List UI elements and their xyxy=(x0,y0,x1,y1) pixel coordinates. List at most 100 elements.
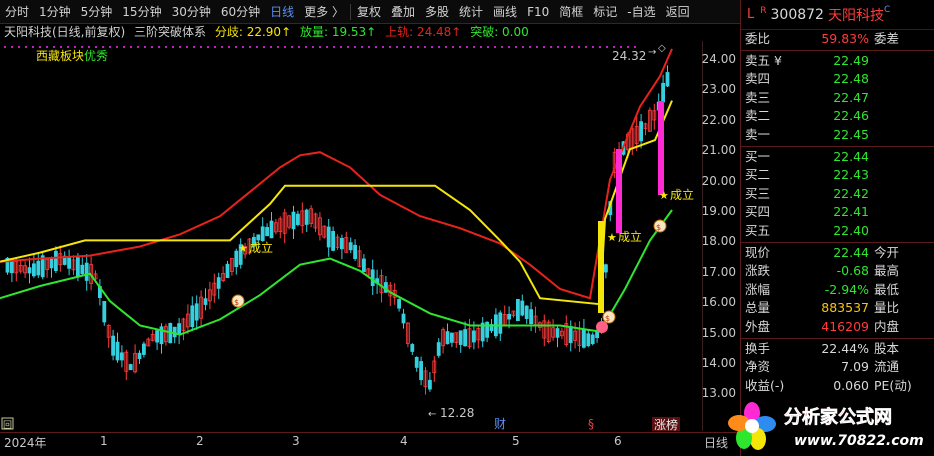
row-label: 卖三 xyxy=(745,89,771,105)
quote-row: 涨幅 -2.94% 最低 xyxy=(741,281,934,300)
row-label-2: 流通 xyxy=(874,359,900,375)
high-annotation: 24.32 xyxy=(612,49,646,63)
price-tick: 18.00 xyxy=(701,234,736,249)
toolbar-item-11[interactable]: 统计 xyxy=(454,0,488,24)
candle-body xyxy=(120,352,124,361)
candle-body xyxy=(590,334,595,345)
candle-body xyxy=(586,333,591,347)
toolbar-item-1[interactable]: 1分钟 xyxy=(34,0,76,24)
toolbar-item-8[interactable]: 复权 xyxy=(352,0,386,24)
weibi-row: 委比 59.83% 委差 xyxy=(741,30,934,49)
price-axis: 24.00 23.00 22.00 21.00 20.00 19.00 18.00 17.00… xyxy=(702,41,740,431)
toolbar-item-15[interactable]: 标记 xyxy=(588,0,622,24)
row-label: 买五 xyxy=(745,222,771,238)
row-label: 买二 xyxy=(745,167,771,183)
quote-row: 买二 22.43 xyxy=(741,166,934,185)
toolbar-item-17[interactable]: 返回 xyxy=(661,0,695,24)
r-badge[interactable]: R xyxy=(760,6,766,16)
candle-body xyxy=(445,331,450,345)
site-logo: 分析家公式网 www.70822.com xyxy=(724,396,934,456)
money-bag-icon: $ xyxy=(602,310,616,324)
indicator-header: 天阳科技(日线,前复权) 三阶突破体系 分歧: 22.90↑ 放量: 19.53… xyxy=(0,24,740,41)
toolbar-item-12[interactable]: 画线 xyxy=(488,0,522,24)
candle-body xyxy=(348,242,353,251)
price-tick: 14.00 xyxy=(701,356,736,370)
s-marker[interactable]: § xyxy=(588,417,594,431)
row-label-2: 内盘 xyxy=(874,318,900,334)
quote-row: 涨跌 -0.68 最高 xyxy=(741,262,934,281)
candle-body xyxy=(84,262,89,281)
quote-row: 卖四 22.48 xyxy=(741,70,934,89)
logo-title: 分析家公式网 xyxy=(784,406,892,428)
candle-body xyxy=(256,234,261,241)
toolbar-item-6[interactable]: 日线 xyxy=(265,0,299,24)
toolbar-item-2[interactable]: 5分钟 xyxy=(76,0,118,24)
row-label-2: 最高 xyxy=(874,263,900,279)
toolbar-item-10[interactable]: 多股 xyxy=(420,0,454,24)
row-value: 22.48 xyxy=(833,71,869,87)
chengli-label-1: 成立 xyxy=(249,240,273,255)
quote-panel: L R 300872 天阳科技 C 委比 59.83% 委差 卖五 ¥ 22.49… xyxy=(740,0,934,456)
candle-body xyxy=(463,329,468,347)
toolbar-item-4[interactable]: 30分钟 xyxy=(167,0,216,24)
hui-marker[interactable]: 回 xyxy=(3,420,12,431)
row-value: -2.94% xyxy=(824,281,869,297)
quote-row: 卖一 22.45 xyxy=(741,126,934,145)
toolbar-item-7[interactable]: 更多 〉 xyxy=(299,0,349,24)
quote-row: 现价 22.44 今开 xyxy=(741,244,934,263)
candle-body xyxy=(80,264,85,275)
toolbar-item-9[interactable]: 叠加 xyxy=(386,0,420,24)
toolbar-item-3[interactable]: 15分钟 xyxy=(117,0,166,24)
toolbar-item-5[interactable]: 60分钟 xyxy=(216,0,265,24)
fangliang-value: 放量: 19.53↑ xyxy=(299,25,377,39)
price-tick: 23.00 xyxy=(701,82,736,97)
quote-row: 买五 22.40 xyxy=(741,222,934,241)
svg-text:$: $ xyxy=(605,314,610,323)
candle-body xyxy=(471,330,476,343)
price-tick: 19.00 xyxy=(701,204,736,218)
logo-url: www.70822.com xyxy=(794,433,924,449)
row-label-2: 最低 xyxy=(874,281,900,297)
toolbar-item-14[interactable]: 简框 xyxy=(554,0,588,24)
money-bag-icon: $ xyxy=(231,294,245,308)
candle-body xyxy=(410,344,415,352)
fangliang-line xyxy=(0,209,673,336)
candle-body xyxy=(260,226,265,242)
zhangbang-marker[interactable]: 涨榜 xyxy=(654,417,678,432)
time-label: 3 xyxy=(292,434,300,448)
shanggui-value: 上轨: 24.48↑ xyxy=(385,25,462,39)
l-badge[interactable]: L xyxy=(747,7,754,22)
quote-header: L R 300872 天阳科技 C xyxy=(741,0,934,30)
row-label: 卖四 xyxy=(745,71,771,87)
tag-block: 西藏板块 xyxy=(36,49,84,63)
cai-marker[interactable]: 财 xyxy=(494,417,506,431)
time-label: 2024年 xyxy=(4,436,47,450)
price-tick: 15.00 xyxy=(701,325,736,340)
candle-body xyxy=(498,312,503,334)
quote-row: 买一 22.44 xyxy=(741,148,934,167)
stats2-list: 换手 22.44% 股本 净资 7.09 流通 收益(-) 0.060 PE(动) xyxy=(741,340,934,396)
candle-body xyxy=(568,325,573,344)
low-annotation: 12.28 xyxy=(440,406,474,420)
row-label: 外盘 xyxy=(745,318,771,334)
row-label: 涨跌 xyxy=(745,263,771,279)
divider xyxy=(741,145,934,147)
candle-body xyxy=(54,250,58,271)
candle-body xyxy=(449,332,454,343)
svg-text:$: $ xyxy=(234,298,239,307)
candle-body xyxy=(137,352,142,360)
system-name[interactable]: 三阶突破体系 xyxy=(134,25,206,39)
price-tick: 16.00 xyxy=(701,295,736,310)
candle-body xyxy=(401,313,406,324)
toolbar-item-0[interactable]: 分时 xyxy=(0,0,34,24)
tupo-value: 突破: 0.00 xyxy=(470,25,529,39)
kline-chart[interactable]: 西藏板块 优秀 24.32 → ← 12.28 ★ 成立 ★ 成立 ★ 成立 $… xyxy=(0,41,702,432)
breakout-magenta-bar-2 xyxy=(658,101,664,195)
candle-body xyxy=(516,298,520,322)
toolbar-item-13[interactable]: F10 xyxy=(522,0,554,24)
toolbar-item-16[interactable]: -自选 xyxy=(622,0,660,24)
svg-text:$: $ xyxy=(656,223,661,232)
divider xyxy=(741,337,934,339)
row-label: 买四 xyxy=(745,204,771,220)
candle-body xyxy=(67,256,71,269)
